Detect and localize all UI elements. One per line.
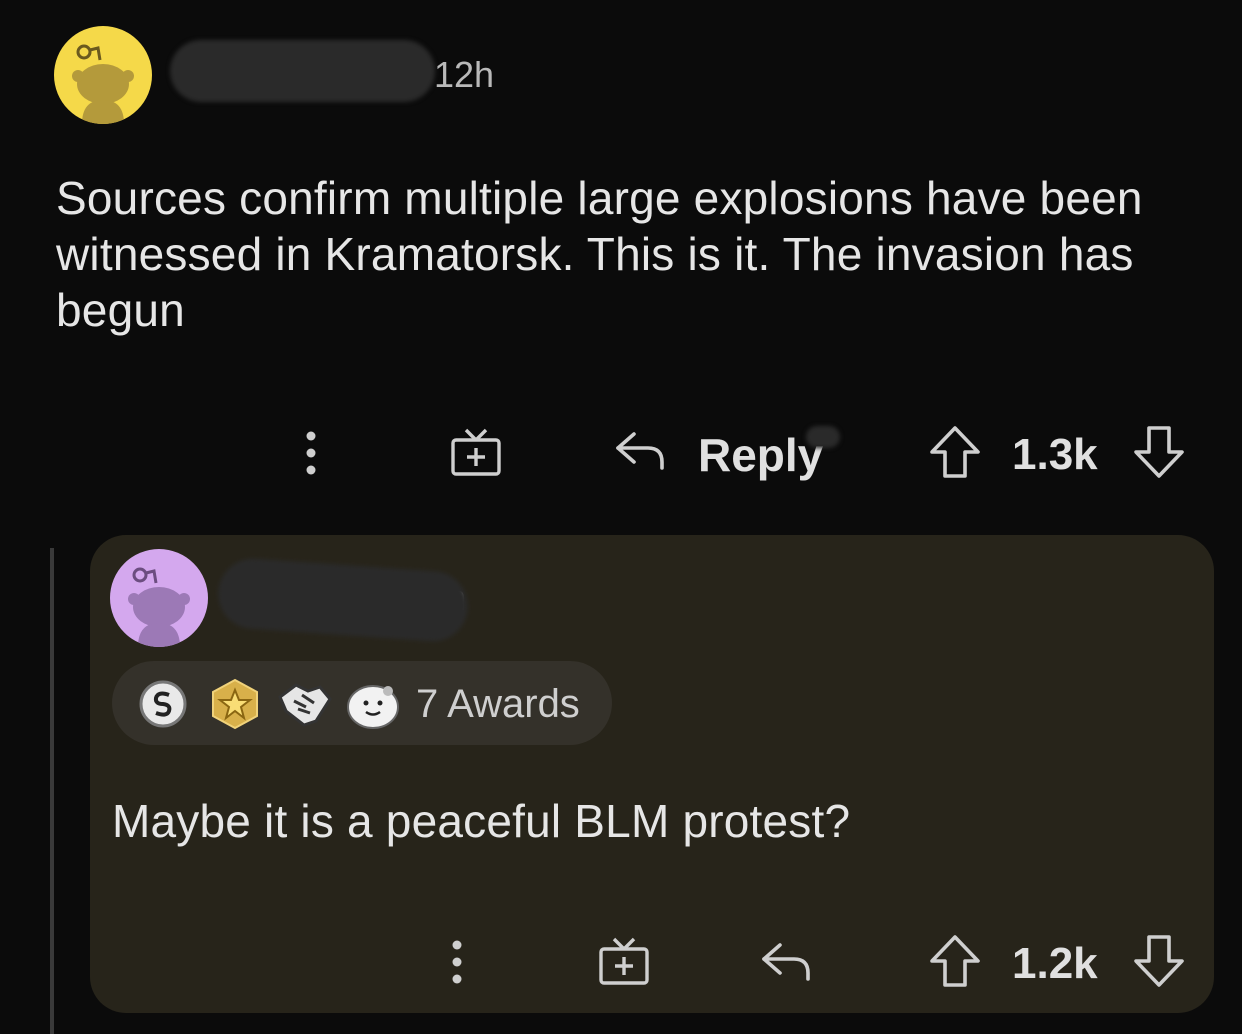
- silver-award-icon: [138, 679, 188, 729]
- reply-button[interactable]: Reply: [698, 428, 823, 482]
- awards-pill[interactable]: 7 Awards: [112, 661, 612, 745]
- reddit-snoo-avatar-icon: [128, 567, 190, 647]
- gift-award-icon[interactable]: [448, 424, 504, 480]
- wholesome-seal-award-icon: [346, 679, 400, 731]
- more-vertical-icon[interactable]: [300, 428, 322, 478]
- reply-arrow-icon[interactable]: [614, 428, 668, 474]
- awards-count: 7 Awards: [416, 682, 580, 726]
- reply-comment: 12h: [90, 535, 1214, 1013]
- reddit-snoo-avatar-icon: [72, 44, 134, 124]
- thread-line[interactable]: [50, 548, 54, 1034]
- redacted-username: [215, 556, 471, 644]
- redacted-mark: [806, 426, 840, 448]
- timestamp: 12h: [434, 54, 495, 95]
- downvote-arrow-icon[interactable]: [1132, 933, 1186, 989]
- avatar[interactable]: [110, 549, 208, 647]
- handshake-award-icon: [276, 677, 334, 731]
- reply-text: Maybe it is a peaceful BLM protest?: [112, 795, 851, 847]
- gift-award-icon[interactable]: [596, 933, 652, 989]
- score: 1.2k: [1012, 939, 1098, 988]
- upvote-arrow-icon[interactable]: [928, 933, 982, 989]
- redacted-username: [170, 40, 435, 102]
- comment-text: Sources confirm multiple large explosion…: [56, 172, 1143, 336]
- reply-arrow-icon[interactable]: [760, 939, 814, 985]
- comment: 12h Sources confirm multiple large explo…: [0, 0, 1242, 520]
- downvote-arrow-icon[interactable]: [1132, 424, 1186, 480]
- gold-star-award-icon: [208, 677, 262, 731]
- score: 1.3k: [1012, 430, 1098, 479]
- avatar[interactable]: [54, 26, 152, 124]
- upvote-arrow-icon[interactable]: [928, 424, 982, 480]
- more-vertical-icon[interactable]: [446, 937, 468, 987]
